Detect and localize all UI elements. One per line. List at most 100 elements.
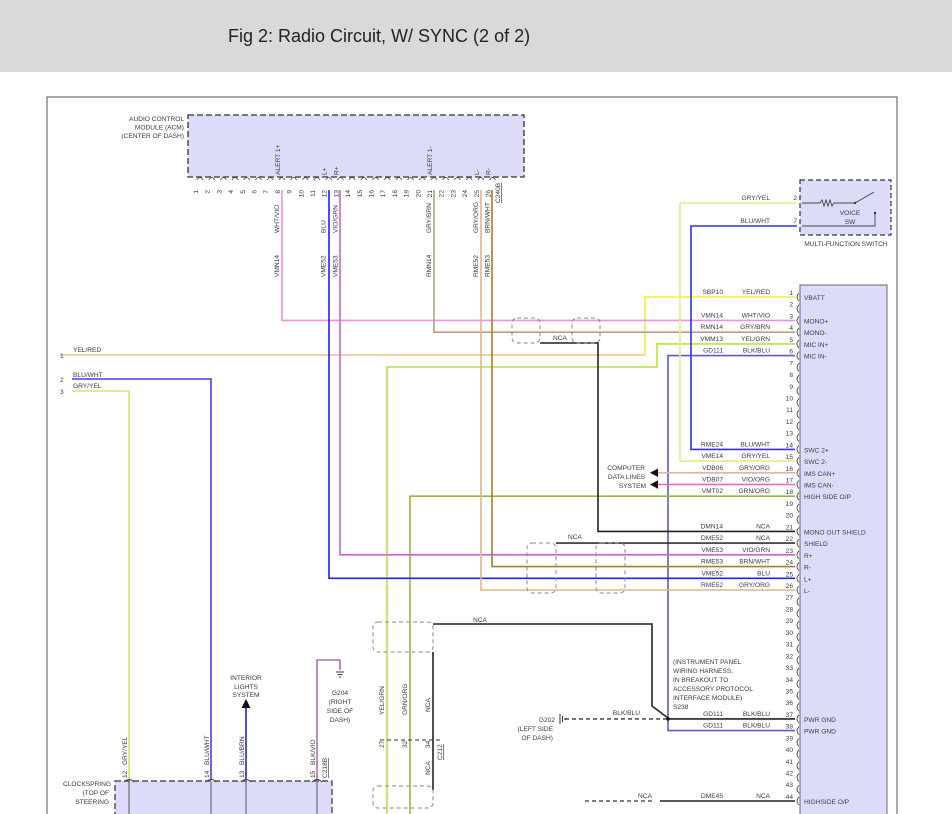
acm-socket-icon: [301, 177, 309, 181]
sync-pin-function: R-: [804, 565, 811, 572]
sync-wire-color: GRY/BRN: [740, 324, 770, 331]
shield-icon: [571, 317, 601, 344]
acm-wire-color: GRY/ORG: [473, 202, 480, 233]
acm-socket-icon: [407, 177, 414, 181]
clockspring-wire-color: BLK/VIO: [310, 739, 317, 765]
sync-pin-number: 31: [786, 642, 794, 649]
sync-pin-number: 15: [786, 454, 794, 461]
g202-label: G202: [539, 717, 555, 724]
sync-pin-number: 38: [786, 724, 794, 731]
acm-pin-number: 4: [228, 190, 235, 194]
wire-brn-wht: [491, 190, 795, 568]
sync-pin-number: 4: [789, 325, 793, 332]
sync-socket-icon: [796, 374, 800, 384]
sync-wire-circuit: GD111: [703, 711, 723, 718]
sync-socket-icon: [796, 597, 800, 607]
c212-pin-number: 27: [379, 740, 386, 748]
computer-data-label: COMPUTER: [607, 465, 645, 472]
sync-pin-number: 37: [786, 712, 794, 719]
acm-wire-color: GRY/BRN: [426, 203, 433, 233]
left-wire-color: YEL/RED: [73, 347, 101, 354]
shield-icon: [372, 785, 434, 809]
left-pin-number: 1: [60, 353, 64, 360]
sync-pin-number: 43: [786, 782, 794, 789]
acm-label-line: MODULE (ACM): [135, 125, 184, 132]
sync-socket-icon: [796, 714, 800, 724]
sync-pin-number: 29: [786, 618, 794, 625]
sync-pin-function: SHIELD: [804, 541, 828, 548]
sync-socket-icon: [796, 292, 800, 302]
clockspring-pin-number: 14: [204, 770, 211, 778]
arrow-left-icon: [650, 480, 658, 489]
shield-icon: [526, 542, 557, 594]
acm-pin-function: ALERT 1-: [427, 146, 434, 175]
sync-wire-circuit: VDB07: [702, 477, 723, 484]
acm-wire-color: BLU: [321, 220, 328, 233]
sync-socket-icon: [796, 398, 800, 407]
acm-pin-function: L-: [474, 169, 481, 175]
acm-socket-icon: [465, 177, 473, 181]
acm-socket-icon: [442, 177, 450, 181]
acm-pin-number: 14: [345, 190, 352, 198]
sync-pin-number: 1: [789, 290, 793, 297]
sync-pin-number: 36: [786, 700, 794, 707]
acm-socket-icon: [383, 177, 391, 181]
sync-pin-function: MONO+: [804, 318, 829, 325]
sync-pin-number: 32: [786, 653, 794, 660]
sync-wire-color: GRY/YEL: [742, 453, 771, 460]
acm-wire-circuit: RME52: [473, 255, 480, 277]
acm-socket-icon: [290, 177, 297, 181]
sync-pin-function: MONO-: [804, 330, 827, 337]
sync-wire-circuit: VDB06: [702, 465, 723, 472]
acm-socket-icon: [243, 177, 251, 181]
sync-wire-circuit: RME52: [701, 582, 723, 589]
sync-wire-color: BRN/WHT: [739, 559, 770, 566]
acm-wire-circuit: RMN14: [426, 254, 433, 277]
sync-pin-number: 7: [789, 360, 793, 367]
sync-socket-icon: [796, 691, 800, 700]
sync-pin-function: R+: [804, 553, 813, 560]
sync-socket-icon: [796, 609, 800, 618]
sync-pin-number: 9: [789, 384, 793, 391]
sync-socket-icon: [796, 784, 800, 794]
acm-wire-circuit: VME52: [321, 255, 328, 277]
sync-wire-circuit: RME24: [701, 441, 723, 448]
wires: [60, 190, 797, 814]
c212-wire-color: NCA: [425, 697, 432, 712]
nca-label: NCA: [425, 760, 432, 775]
sync-pin-function: MIC IN-: [804, 354, 827, 361]
g202-label: (LEFT SIDE: [518, 726, 554, 733]
nca-label: NCA: [553, 335, 568, 342]
sync-pin-number: 8: [789, 372, 793, 379]
sync-socket-icon: [796, 550, 800, 560]
wire-left-blu-wht: [72, 378, 212, 780]
acm-socket-icon: [196, 177, 204, 181]
sync-wire-color: VIO/ORG: [742, 477, 770, 484]
switch-contact-icon: [853, 201, 857, 205]
sync-pin-function: MONO OUT SHIELD: [804, 529, 866, 536]
acm-pin-number: 6: [252, 190, 259, 194]
clockspring-wire-color: BLU/BRN: [239, 736, 246, 765]
sync-pin-number: 21: [786, 524, 794, 531]
s238-desc: IN BREAKOUT TO: [673, 677, 728, 684]
computer-data-label: SYSTEM: [619, 483, 646, 490]
sync-pin-number: 11: [786, 407, 793, 414]
g204-label: SIDE OF: [327, 708, 353, 715]
acm-pin-number: 20: [415, 190, 422, 198]
s238-desc: INTERFACE MODULE): [673, 695, 742, 702]
sync-pin-number: 34: [786, 677, 794, 684]
sync-wire-circuit: VMM13: [700, 336, 723, 343]
sync-socket-icon: [796, 644, 800, 653]
sync-pin-number: 24: [786, 560, 794, 567]
acm-socket-icon: [360, 177, 368, 181]
sync-wire-circuit: VME14: [701, 453, 723, 460]
multi-function-switch-label: MULTI-FUNCTION SWITCH: [804, 241, 888, 248]
acm-socket-icon: [348, 177, 356, 181]
sync-socket-icon: [796, 656, 800, 665]
sync-wire-color: NCA: [756, 523, 771, 530]
c212-connector-id: C212: [437, 744, 444, 760]
shield-icon: [595, 542, 626, 594]
acm-pin-function: R+: [333, 166, 340, 175]
sync-socket-icon: [796, 304, 800, 314]
acm-pin-number: 7: [263, 190, 270, 194]
